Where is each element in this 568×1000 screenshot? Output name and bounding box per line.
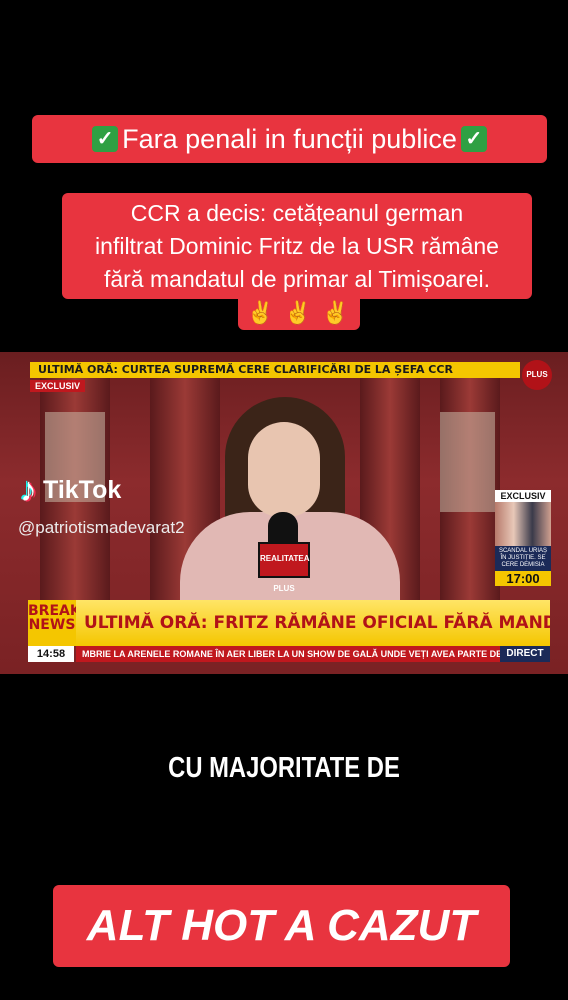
check-mark-icon: ✓ bbox=[92, 125, 119, 152]
victory-hand-icon: ✌ bbox=[321, 300, 352, 325]
victory-hand-icon: ✌ bbox=[284, 300, 314, 325]
main-banner: CCR a decis: cetățeanul german infiltrat… bbox=[62, 193, 532, 299]
breaking-news-badge: BREAKING NEWS bbox=[28, 600, 109, 646]
exclusiv-box-time: 17:00 bbox=[495, 571, 551, 586]
main-banner-line: CCR a decis: cetățeanul german bbox=[130, 200, 464, 226]
check-mark-icon: ✓ bbox=[460, 125, 487, 152]
tiktok-brand: TikTok bbox=[43, 475, 122, 504]
subtitle-caption: CU MAJORITATE DE bbox=[168, 752, 400, 784]
background-poster bbox=[440, 412, 495, 512]
top-banner: ✓ Fara penali in funcții publice ✓ bbox=[32, 115, 547, 163]
news-crawl: MBRIE LA ARENELE ROMANE ÎN AER LIBER LA … bbox=[76, 646, 500, 662]
tiktok-handle[interactable]: @patriotismadevarat2 bbox=[18, 518, 185, 538]
tiktok-logo-icon: ♪ bbox=[20, 471, 37, 509]
tiktok-watermark: ♪ TikTok bbox=[20, 473, 121, 507]
reporter-face bbox=[248, 422, 320, 517]
exclusiv-promo-box: EXCLUSIV SCANDAL URIAȘ ÎN JUSTIȚIE. SE C… bbox=[495, 490, 551, 586]
direct-badge: DIRECT bbox=[500, 646, 550, 662]
victory-emoji-row: ✌ ✌ ✌ bbox=[238, 296, 360, 330]
news-clock: 14:58 bbox=[28, 646, 74, 662]
exclusiv-box-image bbox=[495, 502, 551, 546]
exclusiv-box-title: EXCLUSIV bbox=[495, 490, 551, 502]
main-banner-line: infiltrat Dominic Fritz de la USR rămâne bbox=[95, 233, 499, 259]
top-news-ticker: ULTIMĂ ORĂ: CURTEA SUPREMĂ CERE CLARIFIC… bbox=[30, 362, 520, 378]
top-banner-text: Fara penali in funcții publice bbox=[122, 124, 457, 154]
bottom-banner: ALT HOT A CAZUT bbox=[53, 885, 510, 967]
headline-bar: ULTIMĂ ORĂ: FRITZ RĂMÂNE OFICIAL FĂRĂ MA… bbox=[76, 600, 550, 646]
mic-flag: REALITATEA PLUS bbox=[258, 542, 310, 593]
main-banner-line: fără mandatul de primar al Timișoarei. bbox=[103, 266, 491, 292]
victory-hand-icon: ✌ bbox=[246, 300, 277, 325]
channel-logo: PLUS bbox=[522, 360, 552, 390]
exclusiv-tag: EXCLUSIV bbox=[30, 380, 86, 392]
exclusiv-box-caption: SCANDAL URIAȘ ÎN JUSTIȚIE. SE CERE DEMIS… bbox=[495, 546, 551, 571]
